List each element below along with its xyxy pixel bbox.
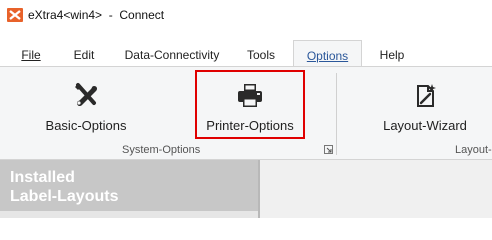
- tab-tools-label: Tools: [246, 48, 275, 62]
- title-bar: eXtra4<win4> - Connect: [0, 0, 492, 33]
- ribbon-tab-row: File Edit Data-Connectivity Tools Option…: [0, 33, 492, 66]
- tab-help-label: Help: [379, 48, 405, 62]
- workspace-area: [260, 160, 492, 218]
- wizard-document-icon: [417, 84, 436, 107]
- group-label-system-options: System-Options: [122, 144, 201, 156]
- tab-options-label: Options: [306, 49, 349, 63]
- panel-list-area[interactable]: [0, 211, 260, 218]
- tab-file-label: File: [21, 48, 41, 62]
- installed-layouts-panel: Installed Label-Layouts: [0, 160, 260, 218]
- ribbon-group-separator: [336, 73, 337, 155]
- dialog-launcher-icon[interactable]: [324, 145, 333, 154]
- tab-help[interactable]: Help: [370, 40, 414, 66]
- tab-file[interactable]: File: [10, 40, 52, 66]
- basic-options-button[interactable]: Basic-Options: [36, 67, 136, 147]
- tab-tools[interactable]: Tools: [238, 40, 284, 66]
- tab-data-connectivity[interactable]: Data-Connectivity: [116, 40, 228, 66]
- printer-options-button[interactable]: Printer-Options: [195, 70, 305, 139]
- app-icon: [7, 8, 23, 22]
- printer-icon: [238, 84, 262, 107]
- layout-wizard-button[interactable]: Layout-Wizard: [370, 67, 480, 147]
- printer-options-label: Printer-Options: [206, 118, 294, 133]
- ribbon: Basic-Options Printer-Options Layout-Wiz…: [0, 66, 492, 160]
- layout-wizard-label: Layout-Wizard: [383, 118, 467, 133]
- panel-title-line2: Label-Layouts: [10, 188, 119, 205]
- wrench-screwdriver-icon: [75, 83, 98, 107]
- panel-title-line1: Installed: [10, 169, 75, 186]
- basic-options-label: Basic-Options: [45, 118, 127, 133]
- window-title: eXtra4<win4> - Connect: [28, 8, 165, 22]
- tab-data-connectivity-label: Data-Connectivity: [124, 48, 220, 62]
- tab-options[interactable]: Options: [293, 40, 362, 66]
- tab-edit[interactable]: Edit: [64, 40, 104, 66]
- tab-edit-label: Edit: [73, 48, 95, 62]
- group-label-layout: Layout-: [455, 144, 492, 156]
